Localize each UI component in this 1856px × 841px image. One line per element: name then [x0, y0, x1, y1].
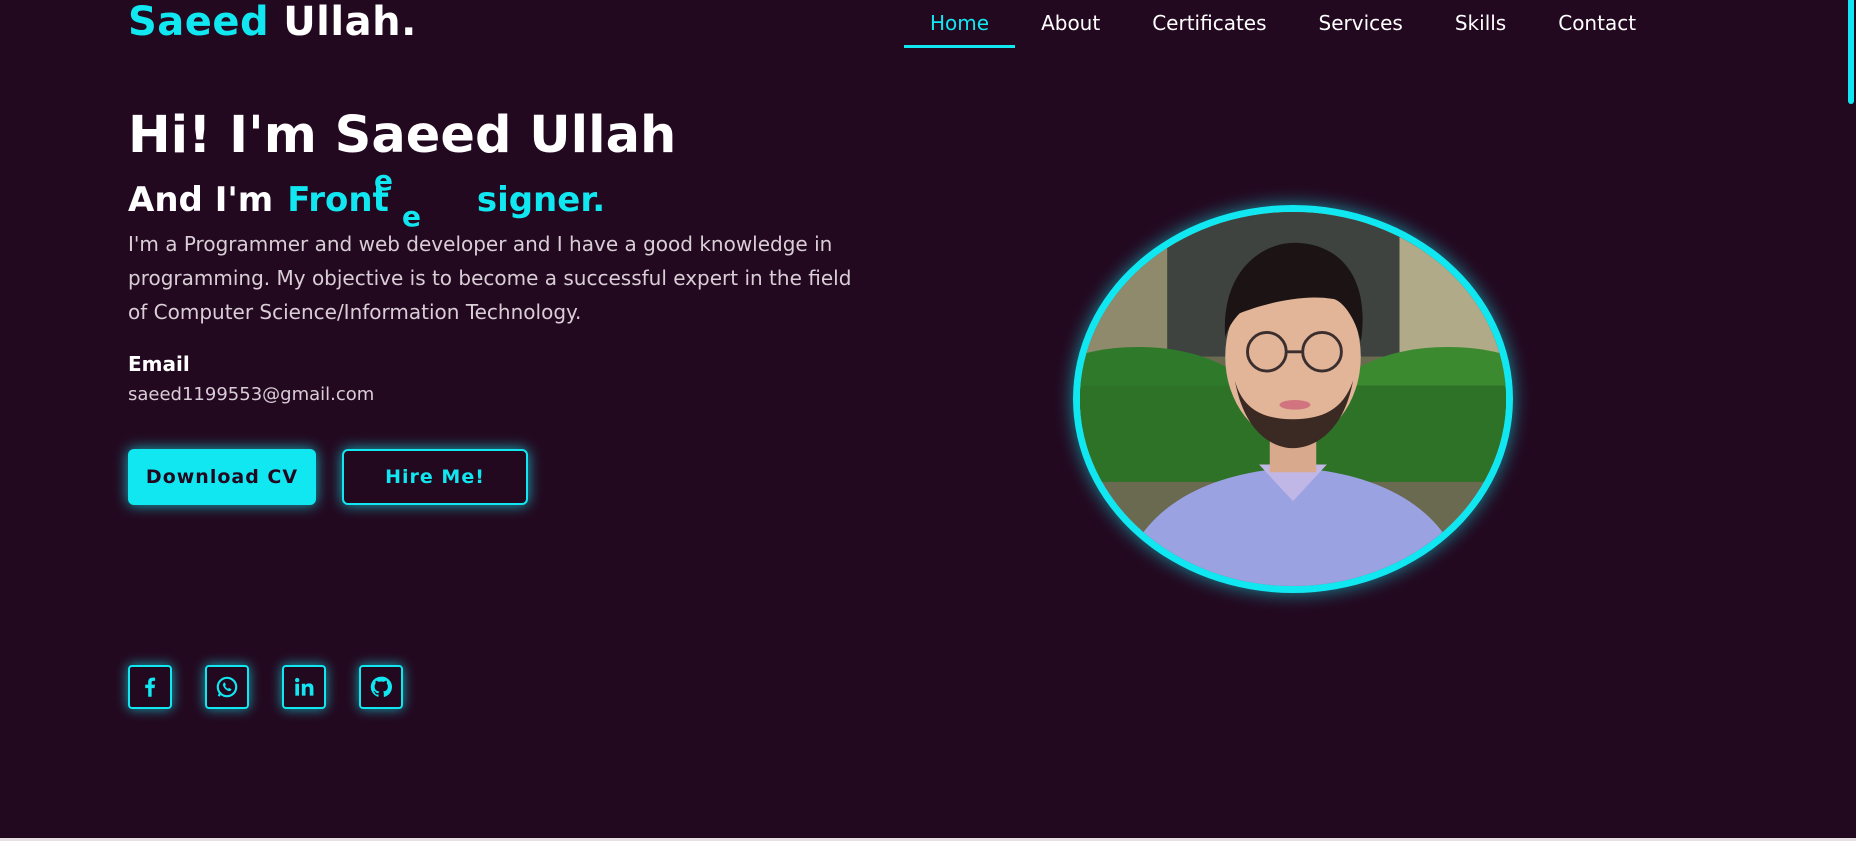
nav-certificates[interactable]: Certificates: [1126, 8, 1292, 48]
email-value[interactable]: saeed1199553@gmail.com: [128, 382, 374, 408]
typed-role-text: Front signer.: [287, 180, 605, 220]
facebook-icon: [145, 677, 156, 697]
logo-first-name: Saeed: [128, 0, 270, 45]
github-link[interactable]: [359, 665, 403, 709]
whatsapp-icon: [216, 676, 238, 698]
main-nav: Home About Certificates Services Skills …: [904, 8, 1662, 50]
linkedin-icon: [295, 677, 314, 696]
profile-photo: [1073, 205, 1513, 593]
email-label: Email: [128, 352, 190, 376]
nav-skills[interactable]: Skills: [1429, 8, 1532, 48]
typed-floating-letter: e: [374, 164, 393, 197]
linkedin-link[interactable]: [282, 665, 326, 709]
nav-about[interactable]: About: [1015, 8, 1126, 48]
scrollbar-thumb[interactable]: [1848, 0, 1854, 104]
hero-title: Hi! I'm Saeed Ullah: [128, 106, 677, 165]
whatsapp-link[interactable]: [205, 665, 249, 709]
hero-subtitle: And I'm Front signer.: [128, 176, 605, 224]
facebook-link[interactable]: [128, 665, 172, 709]
scrollbar-track[interactable]: [1846, 0, 1856, 838]
site-logo[interactable]: Saeed Ullah.: [128, 0, 417, 44]
nav-home[interactable]: Home: [904, 8, 1016, 48]
nav-contact[interactable]: Contact: [1532, 8, 1662, 48]
hero-bio: I'm a Programmer and web developer and I…: [128, 232, 852, 324]
typed-role-end: signer.: [476, 180, 606, 220]
nav-services[interactable]: Services: [1293, 8, 1429, 48]
hire-me-button[interactable]: Hire Me!: [342, 449, 528, 505]
download-cv-button[interactable]: Download CV: [128, 449, 316, 505]
hero-subtitle-prefix: And I'm: [128, 180, 274, 220]
logo-last-name: Ullah.: [283, 0, 417, 45]
github-icon: [370, 676, 392, 697]
portfolio-page: Saeed Ullah. Home About Certificates Serv…: [0, 0, 1846, 838]
profile-photo-image: [1080, 212, 1506, 586]
